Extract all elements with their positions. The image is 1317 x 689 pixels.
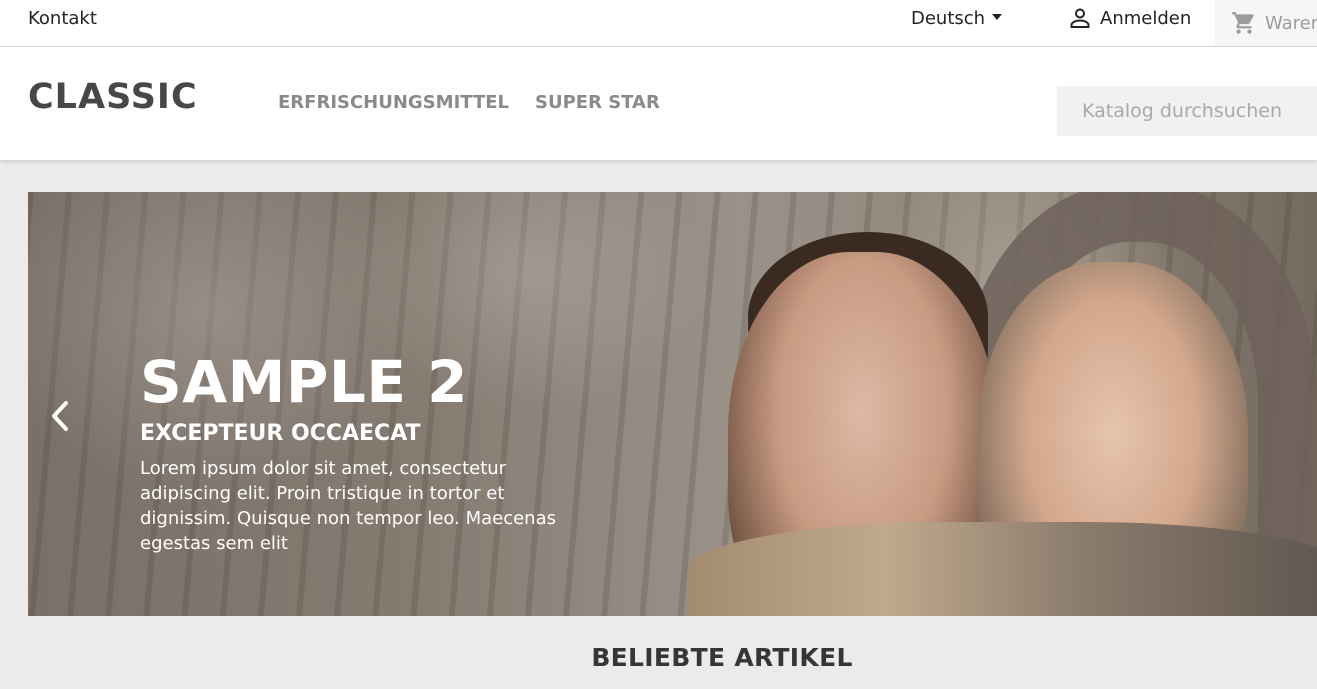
language-selector[interactable]: Deutsch [911, 8, 1003, 29]
caret-down-icon [992, 14, 1003, 20]
chevron-left-icon[interactable] [46, 399, 74, 433]
site-header: CLASSIC ERFRISCHUNGSMITTEL SUPER STAR [0, 47, 1317, 160]
site-logo[interactable]: CLASSIC [28, 77, 198, 117]
contact-link[interactable]: Kontakt [28, 8, 97, 29]
section-title-popular-products: BELIEBTE ARTIKEL [591, 643, 853, 672]
cart-icon [1232, 12, 1254, 34]
language-label: Deutsch [911, 8, 986, 29]
signin-link[interactable]: Anmelden [1068, 6, 1191, 30]
nav-item-erfrischungsmittel[interactable]: ERFRISCHUNGSMITTEL [278, 92, 509, 113]
slide-title: SAMPLE 2 [140, 348, 469, 416]
top-utility-bar: Kontakt Deutsch Anmelden Waren [0, 0, 1317, 47]
cart-button[interactable]: Waren [1215, 0, 1317, 46]
main-nav: ERFRISCHUNGSMITTEL SUPER STAR [278, 92, 660, 113]
cart-label: Waren [1265, 12, 1317, 34]
nav-item-super-star[interactable]: SUPER STAR [535, 92, 660, 113]
hero-slider[interactable]: SAMPLE 2 EXCEPTEUR OCCAECAT Lorem ipsum … [28, 192, 1317, 616]
slide-subtitle: EXCEPTEUR OCCAECAT [140, 421, 421, 446]
signin-label: Anmelden [1100, 7, 1192, 29]
user-icon [1070, 8, 1090, 28]
slide-description: Lorem ipsum dolor sit amet, consectetur … [140, 458, 556, 554]
search-input[interactable] [1057, 86, 1317, 136]
slide-image-scarves [688, 522, 1317, 616]
slide-caption: SAMPLE 2 EXCEPTEUR OCCAECAT Lorem ipsum … [140, 347, 570, 556]
